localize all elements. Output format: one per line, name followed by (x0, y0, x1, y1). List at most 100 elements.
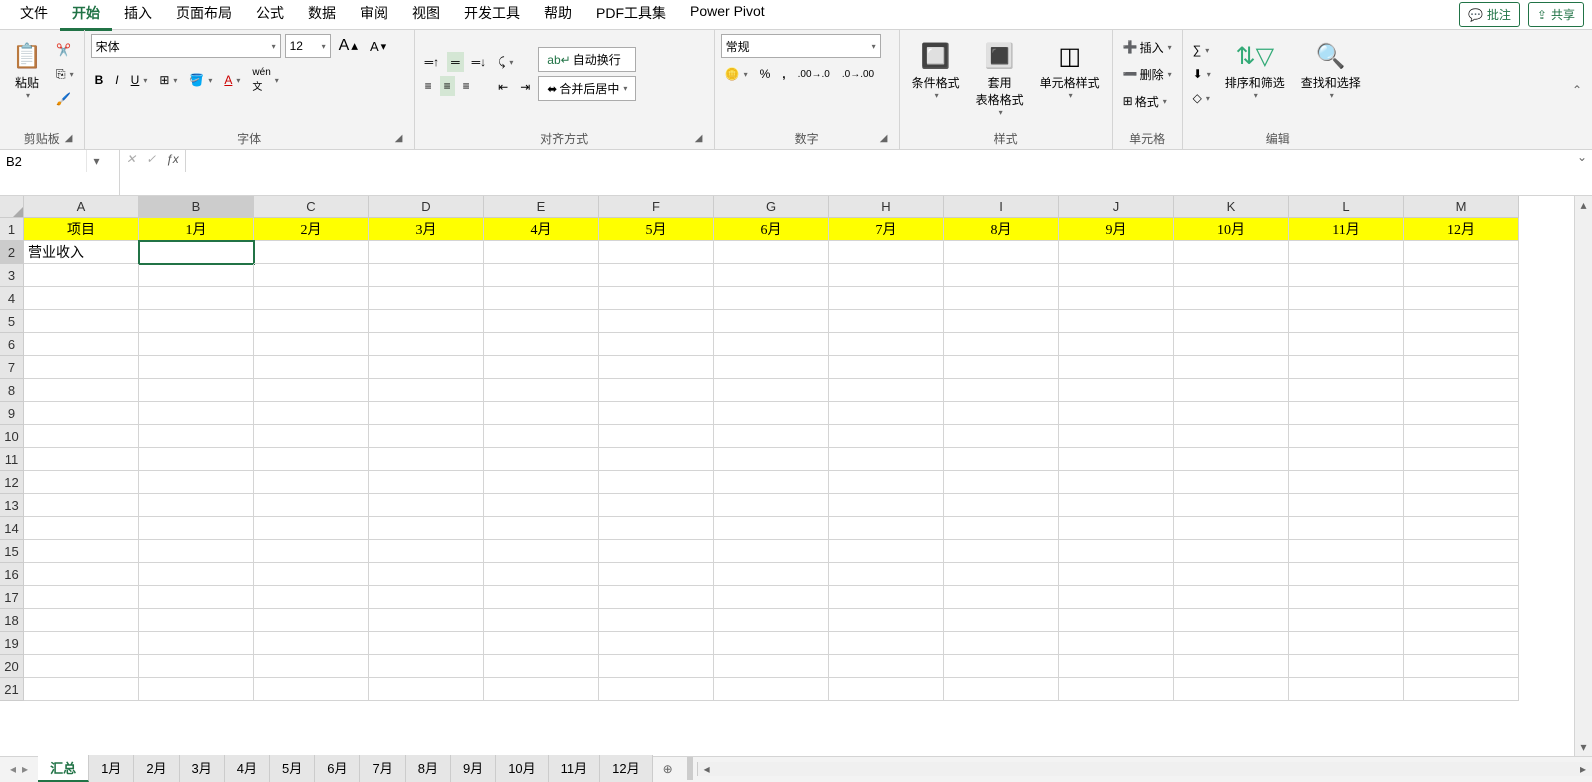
cell-H19[interactable] (829, 632, 944, 655)
comments-button[interactable]: 💬 批注 (1459, 2, 1520, 27)
cell-K3[interactable] (1174, 264, 1289, 287)
cell-E16[interactable] (484, 563, 599, 586)
cell-A7[interactable] (24, 356, 139, 379)
cell-E4[interactable] (484, 287, 599, 310)
sheet-tab-4月[interactable]: 4月 (225, 755, 270, 782)
cell-A1[interactable]: 项目 (24, 218, 139, 241)
col-header-H[interactable]: H (829, 196, 944, 217)
cell-F7[interactable] (599, 356, 714, 379)
cell-B19[interactable] (139, 632, 254, 655)
cell-E20[interactable] (484, 655, 599, 678)
cell-G19[interactable] (714, 632, 829, 655)
number-dialog-launcher[interactable]: ◢ (877, 131, 891, 145)
cell-J15[interactable] (1059, 540, 1174, 563)
cell-I7[interactable] (944, 356, 1059, 379)
cell-B20[interactable] (139, 655, 254, 678)
row-header-18[interactable]: 18 (0, 609, 23, 632)
cell-C8[interactable] (254, 379, 369, 402)
cell-E2[interactable] (484, 241, 599, 264)
cell-K20[interactable] (1174, 655, 1289, 678)
cell-F6[interactable] (599, 333, 714, 356)
cell-E17[interactable] (484, 586, 599, 609)
cell-E21[interactable] (484, 678, 599, 701)
cell-E19[interactable] (484, 632, 599, 655)
cell-H9[interactable] (829, 402, 944, 425)
cell-K16[interactable] (1174, 563, 1289, 586)
cell-C2[interactable] (254, 241, 369, 264)
row-header-13[interactable]: 13 (0, 494, 23, 517)
cell-J16[interactable] (1059, 563, 1174, 586)
cell-K13[interactable] (1174, 494, 1289, 517)
cell-H21[interactable] (829, 678, 944, 701)
row-header-3[interactable]: 3 (0, 264, 23, 287)
cell-C4[interactable] (254, 287, 369, 310)
number-format-select[interactable]: 常规 ▾ (721, 34, 881, 58)
cell-K8[interactable] (1174, 379, 1289, 402)
menu-tab-帮助[interactable]: 帮助 (532, 0, 584, 31)
decrease-indent-button[interactable]: ⇤ (494, 77, 512, 97)
menu-tab-公式[interactable]: 公式 (244, 0, 296, 31)
cell-K21[interactable] (1174, 678, 1289, 701)
cell-F14[interactable] (599, 517, 714, 540)
find-select-button[interactable]: 🔍 查找和选择 ▾ (1295, 34, 1367, 104)
cell-E18[interactable] (484, 609, 599, 632)
cell-M19[interactable] (1404, 632, 1519, 655)
cell-F10[interactable] (599, 425, 714, 448)
cell-I13[interactable] (944, 494, 1059, 517)
cell-F11[interactable] (599, 448, 714, 471)
cell-D10[interactable] (369, 425, 484, 448)
col-header-E[interactable]: E (484, 196, 599, 217)
cell-H12[interactable] (829, 471, 944, 494)
scroll-down-button[interactable]: ▾ (1575, 738, 1592, 756)
format-cells-button[interactable]: ⊞格式▾ (1119, 90, 1176, 113)
menu-tab-视图[interactable]: 视图 (400, 0, 452, 31)
cell-G5[interactable] (714, 310, 829, 333)
cell-A17[interactable] (24, 586, 139, 609)
copy-button[interactable]: ⎘▾ (52, 64, 78, 85)
sheet-tab-9月[interactable]: 9月 (451, 755, 496, 782)
cell-B7[interactable] (139, 356, 254, 379)
cell-F21[interactable] (599, 678, 714, 701)
cell-A11[interactable] (24, 448, 139, 471)
share-button[interactable]: ⇪ 共享 (1528, 2, 1584, 27)
cell-F18[interactable] (599, 609, 714, 632)
increase-font-button[interactable]: A▴ (335, 34, 362, 58)
cell-C13[interactable] (254, 494, 369, 517)
cell-A3[interactable] (24, 264, 139, 287)
cell-J7[interactable] (1059, 356, 1174, 379)
align-middle-button[interactable]: ═ (447, 52, 464, 72)
cell-G7[interactable] (714, 356, 829, 379)
cell-styles-button[interactable]: ◫ 单元格样式 ▾ (1034, 34, 1106, 104)
col-header-J[interactable]: J (1059, 196, 1174, 217)
cell-G12[interactable] (714, 471, 829, 494)
cell-I18[interactable] (944, 609, 1059, 632)
cells-area[interactable]: 项目1月2月3月4月5月6月7月8月9月10月11月12月营业收入 (24, 218, 1519, 701)
font-color-button[interactable]: A▾ (220, 70, 244, 90)
cell-B14[interactable] (139, 517, 254, 540)
cell-B18[interactable] (139, 609, 254, 632)
cell-L2[interactable] (1289, 241, 1404, 264)
cell-C14[interactable] (254, 517, 369, 540)
cell-I5[interactable] (944, 310, 1059, 333)
cell-J21[interactable] (1059, 678, 1174, 701)
percent-button[interactable]: % (756, 64, 775, 84)
cell-J17[interactable] (1059, 586, 1174, 609)
cell-K2[interactable] (1174, 241, 1289, 264)
cell-M16[interactable] (1404, 563, 1519, 586)
align-center-button[interactable]: ≡ (440, 76, 455, 96)
row-header-12[interactable]: 12 (0, 471, 23, 494)
cut-button[interactable]: ✂️ (52, 40, 78, 60)
cell-F4[interactable] (599, 287, 714, 310)
clear-button[interactable]: ◇▾ (1189, 88, 1215, 108)
row-header-19[interactable]: 19 (0, 632, 23, 655)
row-header-9[interactable]: 9 (0, 402, 23, 425)
cell-J8[interactable] (1059, 379, 1174, 402)
cell-J6[interactable] (1059, 333, 1174, 356)
cell-L17[interactable] (1289, 586, 1404, 609)
cell-A8[interactable] (24, 379, 139, 402)
paste-button[interactable]: 📋 粘贴 ▾ (6, 34, 48, 104)
cell-J4[interactable] (1059, 287, 1174, 310)
cell-I6[interactable] (944, 333, 1059, 356)
comma-button[interactable]: , (778, 64, 789, 84)
sheet-tab-5月[interactable]: 5月 (270, 755, 315, 782)
